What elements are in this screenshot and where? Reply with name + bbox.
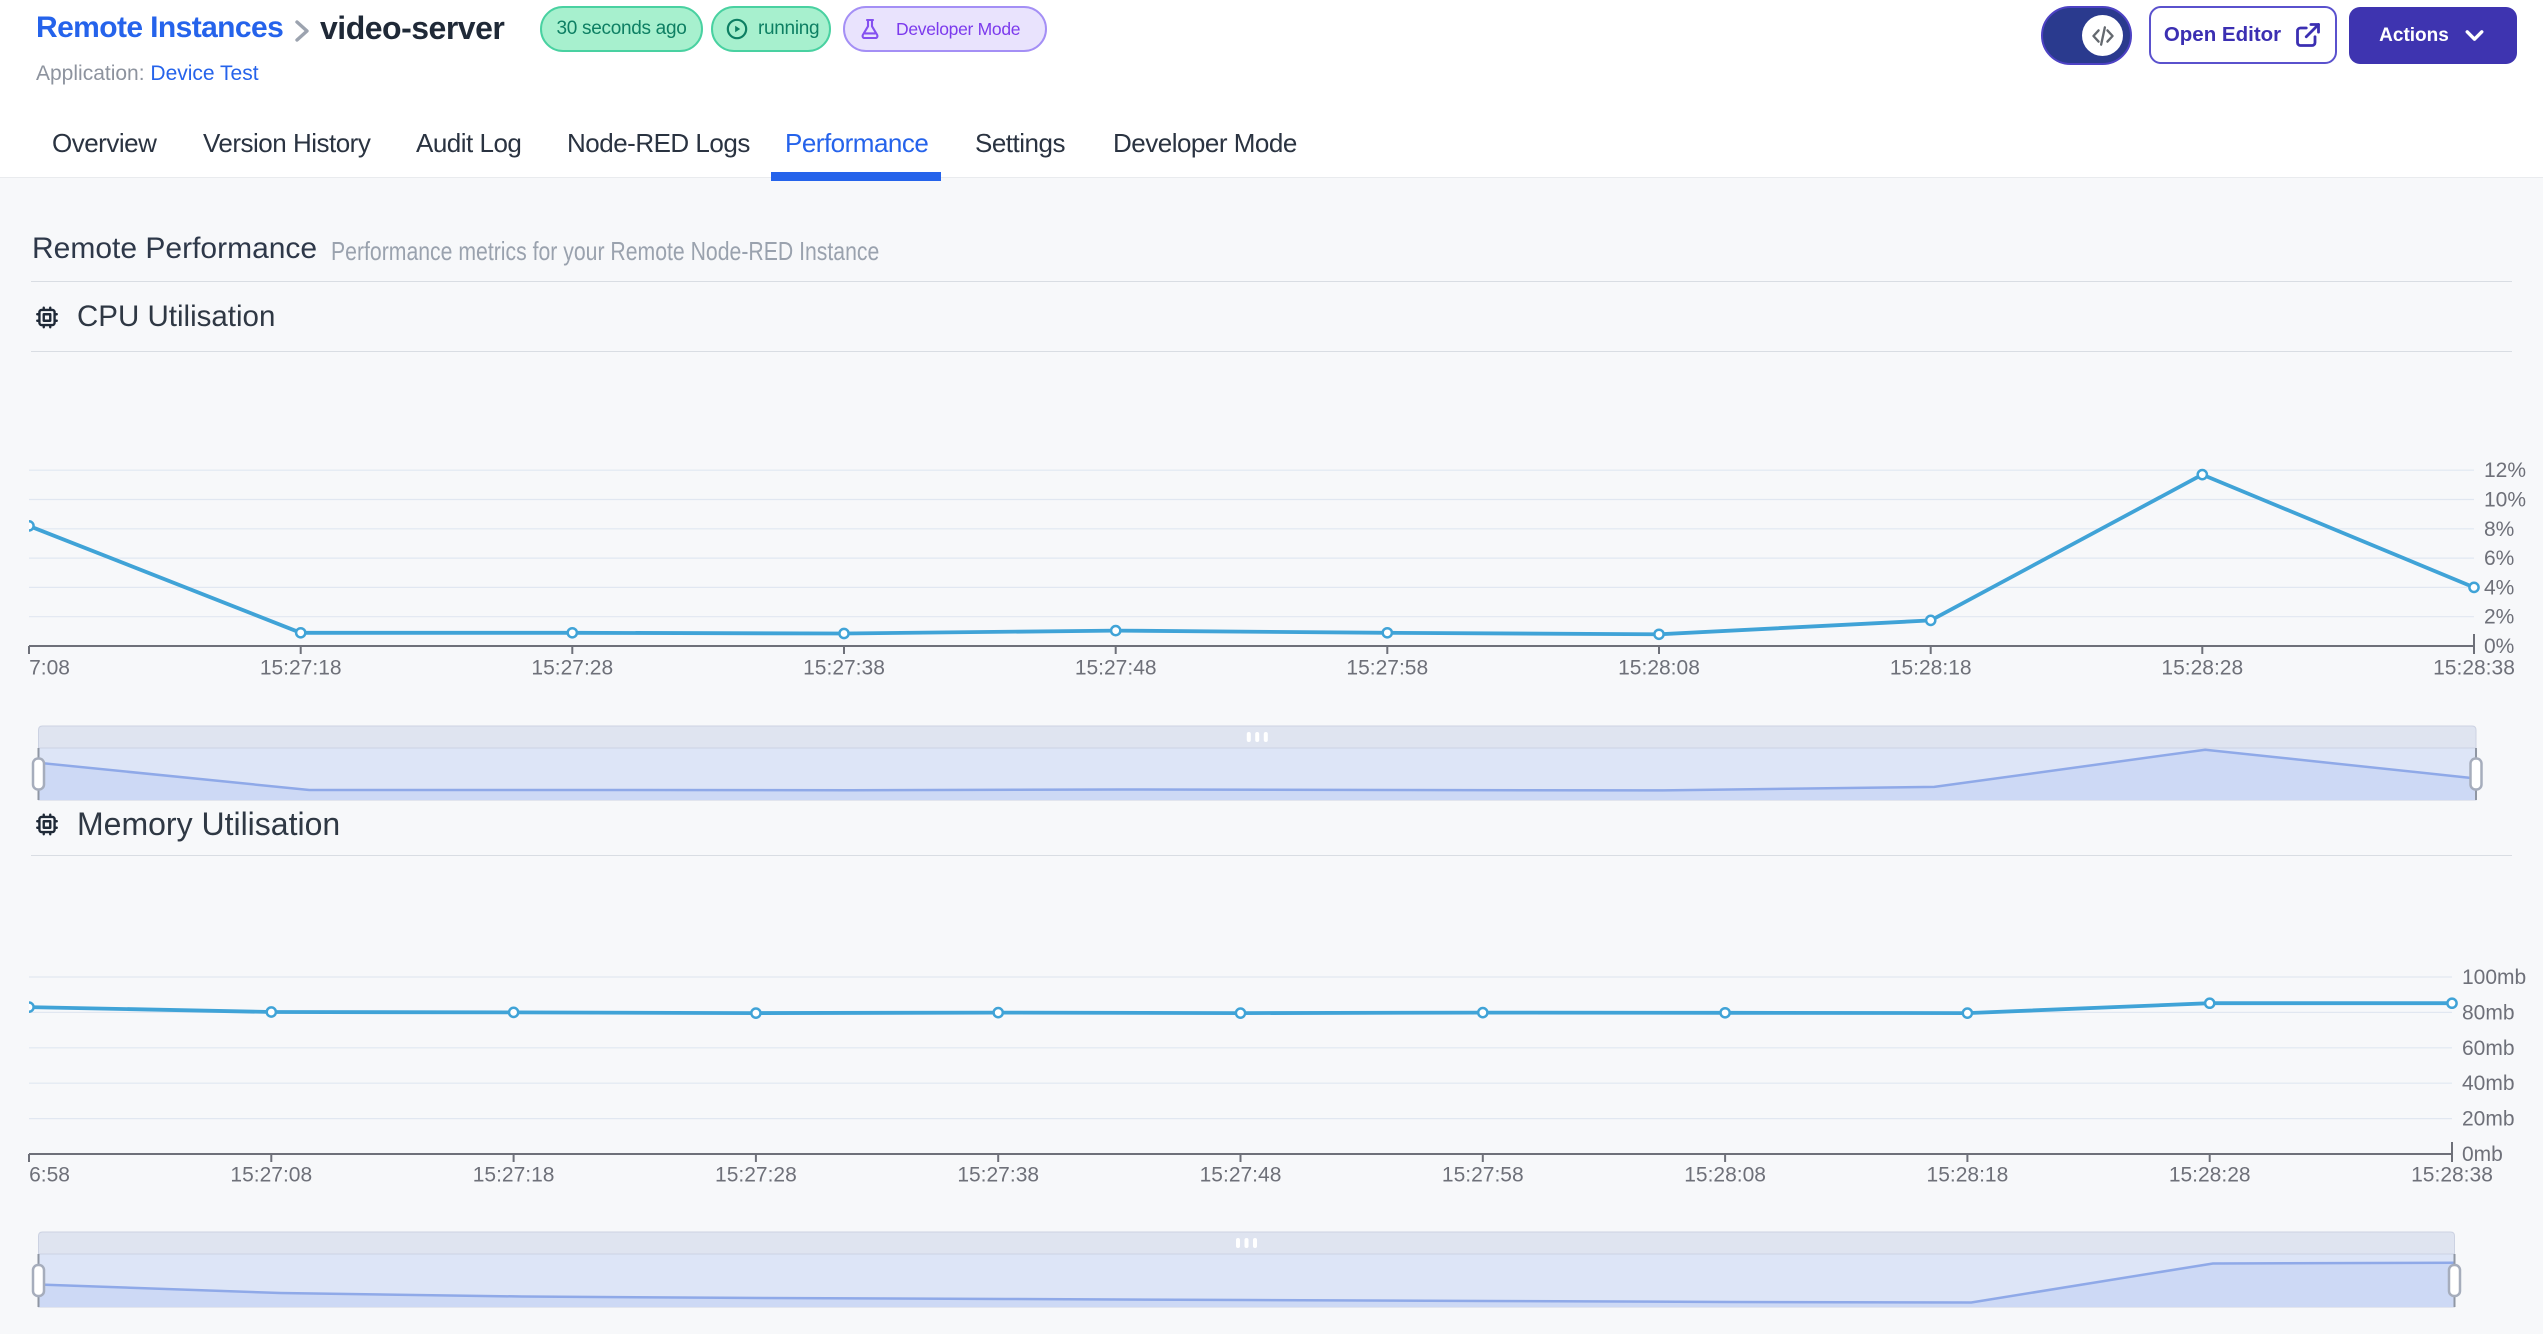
svg-text:15:27:58: 15:27:58 xyxy=(1346,657,1428,680)
svg-text:15:27:18: 15:27:18 xyxy=(473,1164,555,1187)
svg-text:0%: 0% xyxy=(2484,635,2514,658)
svg-text:6%: 6% xyxy=(2484,547,2514,570)
svg-text:15:27:28: 15:27:28 xyxy=(531,657,613,680)
svg-text:15:27:38: 15:27:38 xyxy=(803,657,885,680)
svg-text:15:27:28: 15:27:28 xyxy=(715,1164,797,1187)
svg-text:15:27:08: 15:27:08 xyxy=(230,1164,312,1187)
svg-text:2%: 2% xyxy=(2484,606,2514,629)
svg-text:100mb: 100mb xyxy=(2462,966,2526,989)
svg-text:40mb: 40mb xyxy=(2462,1072,2515,1095)
svg-text:20mb: 20mb xyxy=(2462,1108,2515,1131)
svg-text:8%: 8% xyxy=(2484,518,2514,541)
svg-text:4%: 4% xyxy=(2484,576,2514,599)
svg-text:12%: 12% xyxy=(2484,459,2526,482)
svg-text:6:58: 6:58 xyxy=(29,1164,70,1187)
svg-text:15:28:38: 15:28:38 xyxy=(2433,657,2515,680)
svg-text:10%: 10% xyxy=(2484,489,2526,512)
svg-text:15:27:18: 15:27:18 xyxy=(260,657,342,680)
svg-text:15:28:18: 15:28:18 xyxy=(1927,1164,2009,1187)
svg-text:15:27:58: 15:27:58 xyxy=(1442,1164,1524,1187)
svg-text:15:28:28: 15:28:28 xyxy=(2161,657,2243,680)
svg-text:15:27:48: 15:27:48 xyxy=(1075,657,1157,680)
svg-text:15:28:28: 15:28:28 xyxy=(2169,1164,2251,1187)
svg-text:15:28:08: 15:28:08 xyxy=(1618,657,1700,680)
svg-text:15:27:38: 15:27:38 xyxy=(957,1164,1039,1187)
svg-text:15:28:38: 15:28:38 xyxy=(2411,1164,2493,1187)
svg-text:15:28:18: 15:28:18 xyxy=(1890,657,1972,680)
svg-text:60mb: 60mb xyxy=(2462,1037,2515,1060)
svg-text:0mb: 0mb xyxy=(2462,1143,2503,1166)
svg-text:15:28:08: 15:28:08 xyxy=(1684,1164,1766,1187)
svg-text:15:27:48: 15:27:48 xyxy=(1200,1164,1282,1187)
svg-text:80mb: 80mb xyxy=(2462,1001,2515,1024)
svg-text:7:08: 7:08 xyxy=(29,657,70,680)
